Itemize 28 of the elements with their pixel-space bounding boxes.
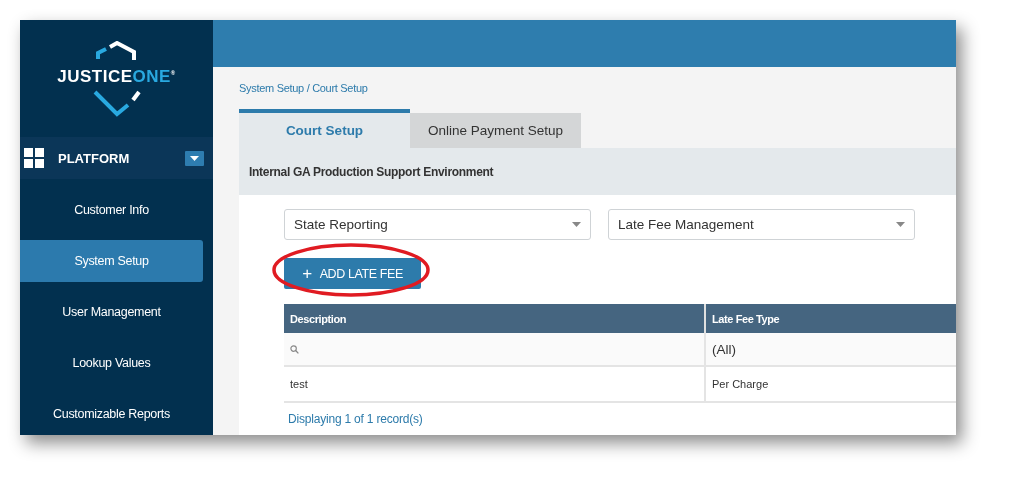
column-header: Description (284, 304, 705, 333)
environment-bar: Internal GA Production Support Environment (239, 148, 956, 195)
tab[interactable]: Court Setup (239, 109, 410, 148)
shield-icon (91, 88, 142, 117)
table-cell: Per Charge (705, 366, 956, 402)
sidebar-item[interactable]: User Management (20, 291, 203, 333)
dropdown[interactable]: State Reporting (284, 209, 591, 240)
dropdown[interactable]: Late Fee Management (608, 209, 915, 240)
tab[interactable]: Online Payment Setup (410, 113, 581, 148)
expand-toggle[interactable] (185, 150, 204, 166)
section-label: PLATFORM (58, 150, 131, 166)
record-count: Displaying 1 of 1 record(s) (288, 412, 423, 426)
table-cell: test (284, 366, 705, 402)
breadcrumb[interactable]: System Setup / Court Setup (239, 82, 368, 94)
grid-icon (24, 148, 44, 169)
sidebar-item[interactable]: System Setup (20, 240, 203, 282)
filter-cell[interactable]: (All) (705, 333, 956, 366)
filter-cell[interactable] (284, 333, 705, 366)
sidebar-item[interactable]: Customer Info (20, 189, 203, 231)
logo-wordmark: JUSTICEONE$^{®}$ (57, 66, 176, 87)
caret-icon (190, 155, 199, 161)
search-icon (290, 344, 299, 354)
add-late-fee-button[interactable]: + ADD LATE FEE (284, 258, 421, 289)
column-header: Late Fee Type (705, 304, 956, 333)
caret-icon (572, 222, 581, 227)
sidebar-item[interactable]: Lookup Values (20, 342, 203, 384)
sidebar-item[interactable]: Customizable Reports (20, 393, 203, 435)
caret-icon (896, 222, 905, 227)
